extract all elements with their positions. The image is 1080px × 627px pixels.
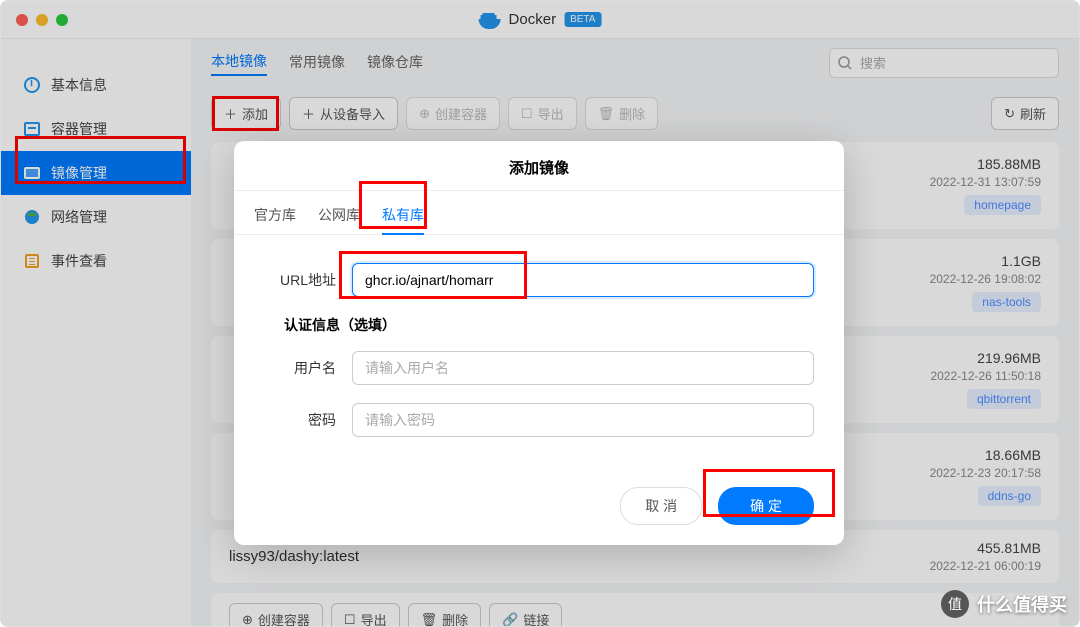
url-input[interactable] (352, 263, 814, 297)
add-image-modal: 添加镜像 官方库 公网库 私有库 URL地址 认证信息（选填） 用户名 密码 取… (234, 141, 844, 545)
confirm-button[interactable]: 确 定 (718, 487, 814, 525)
auth-section-label: 认证信息（选填） (264, 315, 814, 335)
modal-title: 添加镜像 (234, 141, 844, 191)
modal-tab-public[interactable]: 公网库 (318, 205, 360, 234)
watermark-text: 什么值得买 (977, 591, 1067, 617)
cancel-button[interactable]: 取 消 (620, 487, 702, 525)
username-input[interactable] (352, 351, 814, 385)
modal-tab-private[interactable]: 私有库 (382, 205, 424, 235)
pwd-label: 密码 (264, 410, 352, 430)
modal-tab-official[interactable]: 官方库 (254, 205, 296, 234)
password-input[interactable] (352, 403, 814, 437)
watermark-icon: 值 (941, 590, 969, 618)
watermark: 值 什么值得买 (941, 590, 1067, 618)
user-label: 用户名 (264, 358, 352, 378)
url-label: URL地址 (264, 270, 352, 290)
